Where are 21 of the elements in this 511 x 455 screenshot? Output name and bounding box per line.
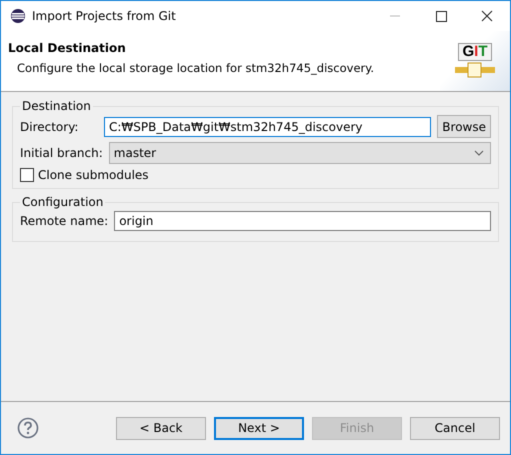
group-legend: Destination <box>20 99 93 113</box>
branch-label: Initial branch: <box>20 146 103 160</box>
branch-dropdown[interactable]: master <box>108 142 491 164</box>
window-title: Import Projects from Git <box>32 9 177 23</box>
wizard-button[interactable]: Cancel <box>410 416 500 440</box>
checkbox-label: Clone submodules <box>38 168 149 182</box>
wizard-button[interactable]: Next > <box>214 416 304 440</box>
git-logo: GIT <box>440 31 510 91</box>
checkbox[interactable] <box>20 168 34 182</box>
group-legend: Configuration <box>20 195 106 209</box>
chevron-icon <box>474 150 484 156</box>
eclipse-icon <box>10 8 26 24</box>
browse-button[interactable]: Browse <box>437 115 491 138</box>
remote-name-field[interactable]: origin <box>114 211 491 231</box>
directory-field[interactable]: C:₩SPB_Data₩git₩stm32h745_discovery <box>104 116 432 136</box>
wizard-button[interactable]: < Back <box>116 416 206 440</box>
remote-name-label: Remote name: <box>20 214 108 228</box>
directory-label: Directory: <box>20 120 80 134</box>
help-icon[interactable] <box>17 417 39 439</box>
page-description: Configure the local storage location for stm32h745_discovery. <box>17 61 374 75</box>
page-title: Local Destination <box>8 41 127 55</box>
